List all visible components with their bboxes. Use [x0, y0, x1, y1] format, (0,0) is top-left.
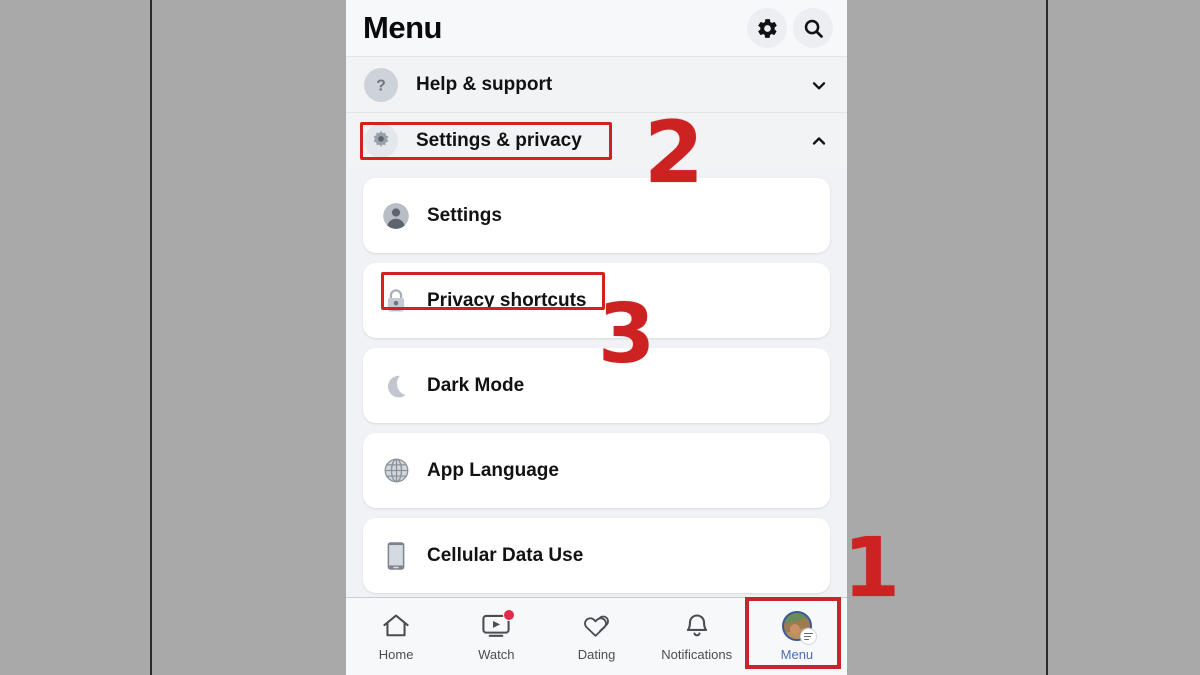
- menu-item-label: Privacy shortcuts: [427, 289, 587, 311]
- menu-item-cellular-data-use[interactable]: Cellular Data Use: [363, 518, 830, 593]
- tab-label: Home: [378, 647, 414, 662]
- tab-dating[interactable]: Dating: [546, 598, 646, 675]
- menu-item-label: Cellular Data Use: [427, 544, 584, 566]
- tab-watch[interactable]: Watch: [446, 598, 546, 675]
- person-circle-icon: [381, 201, 411, 231]
- bottom-tab-bar: Home Watch Dating Notifications Menu: [346, 597, 847, 675]
- screenshot-canvas: Menu ? Help & support Settings & privacy…: [0, 0, 1200, 675]
- phone-icon: [381, 541, 411, 571]
- menu-item-label: App Language: [427, 459, 559, 481]
- lock-person-icon: [381, 286, 411, 316]
- avatar-menu-icon: [780, 611, 817, 645]
- frame-right-panel: [1048, 0, 1200, 675]
- double-heart-icon: [580, 611, 614, 641]
- phone-screen: Menu ? Help & support Settings & privacy…: [346, 0, 847, 675]
- question-mark-circle-icon: ?: [364, 67, 398, 102]
- tab-label: Watch: [478, 647, 515, 662]
- tab-label: Dating: [577, 647, 616, 662]
- menu-item-settings[interactable]: Settings: [363, 178, 830, 253]
- gear-flower-icon: [364, 123, 398, 158]
- home-icon: [379, 611, 413, 641]
- hamburger-badge-icon: [799, 628, 817, 645]
- app-header: Menu: [346, 0, 847, 56]
- menu-row-settings-privacy[interactable]: Settings & privacy: [346, 112, 847, 168]
- notification-badge-dot: [503, 609, 516, 621]
- bell-icon: [680, 611, 714, 641]
- menu-item-label: Settings: [427, 204, 502, 226]
- moon-icon: [381, 371, 411, 401]
- watch-tv-play-icon: [479, 609, 516, 641]
- globe-icon: [381, 456, 411, 486]
- menu-row-label: Settings & privacy: [416, 129, 582, 151]
- svg-text:?: ?: [376, 77, 386, 94]
- tab-label: Menu: [780, 647, 814, 662]
- menu-row-label: Help & support: [416, 73, 553, 95]
- frame-left-panel: [0, 0, 150, 675]
- menu-item-app-language[interactable]: App Language: [363, 433, 830, 508]
- page-title: Menu: [363, 9, 442, 45]
- tab-home[interactable]: Home: [346, 598, 446, 675]
- menu-item-privacy-shortcuts[interactable]: Privacy shortcuts: [363, 263, 830, 338]
- menu-item-label: Dark Mode: [427, 374, 525, 396]
- chevron-down-icon[interactable]: [809, 75, 829, 95]
- search-icon[interactable]: [793, 8, 833, 48]
- menu-row-help-support[interactable]: ? Help & support: [346, 56, 847, 112]
- tab-label: Notifications: [661, 647, 733, 662]
- menu-item-dark-mode[interactable]: Dark Mode: [363, 348, 830, 423]
- chevron-up-icon[interactable]: [809, 131, 829, 151]
- tab-menu[interactable]: Menu: [747, 598, 847, 675]
- gear-icon[interactable]: [747, 8, 787, 48]
- tab-notifications[interactable]: Notifications: [647, 598, 747, 675]
